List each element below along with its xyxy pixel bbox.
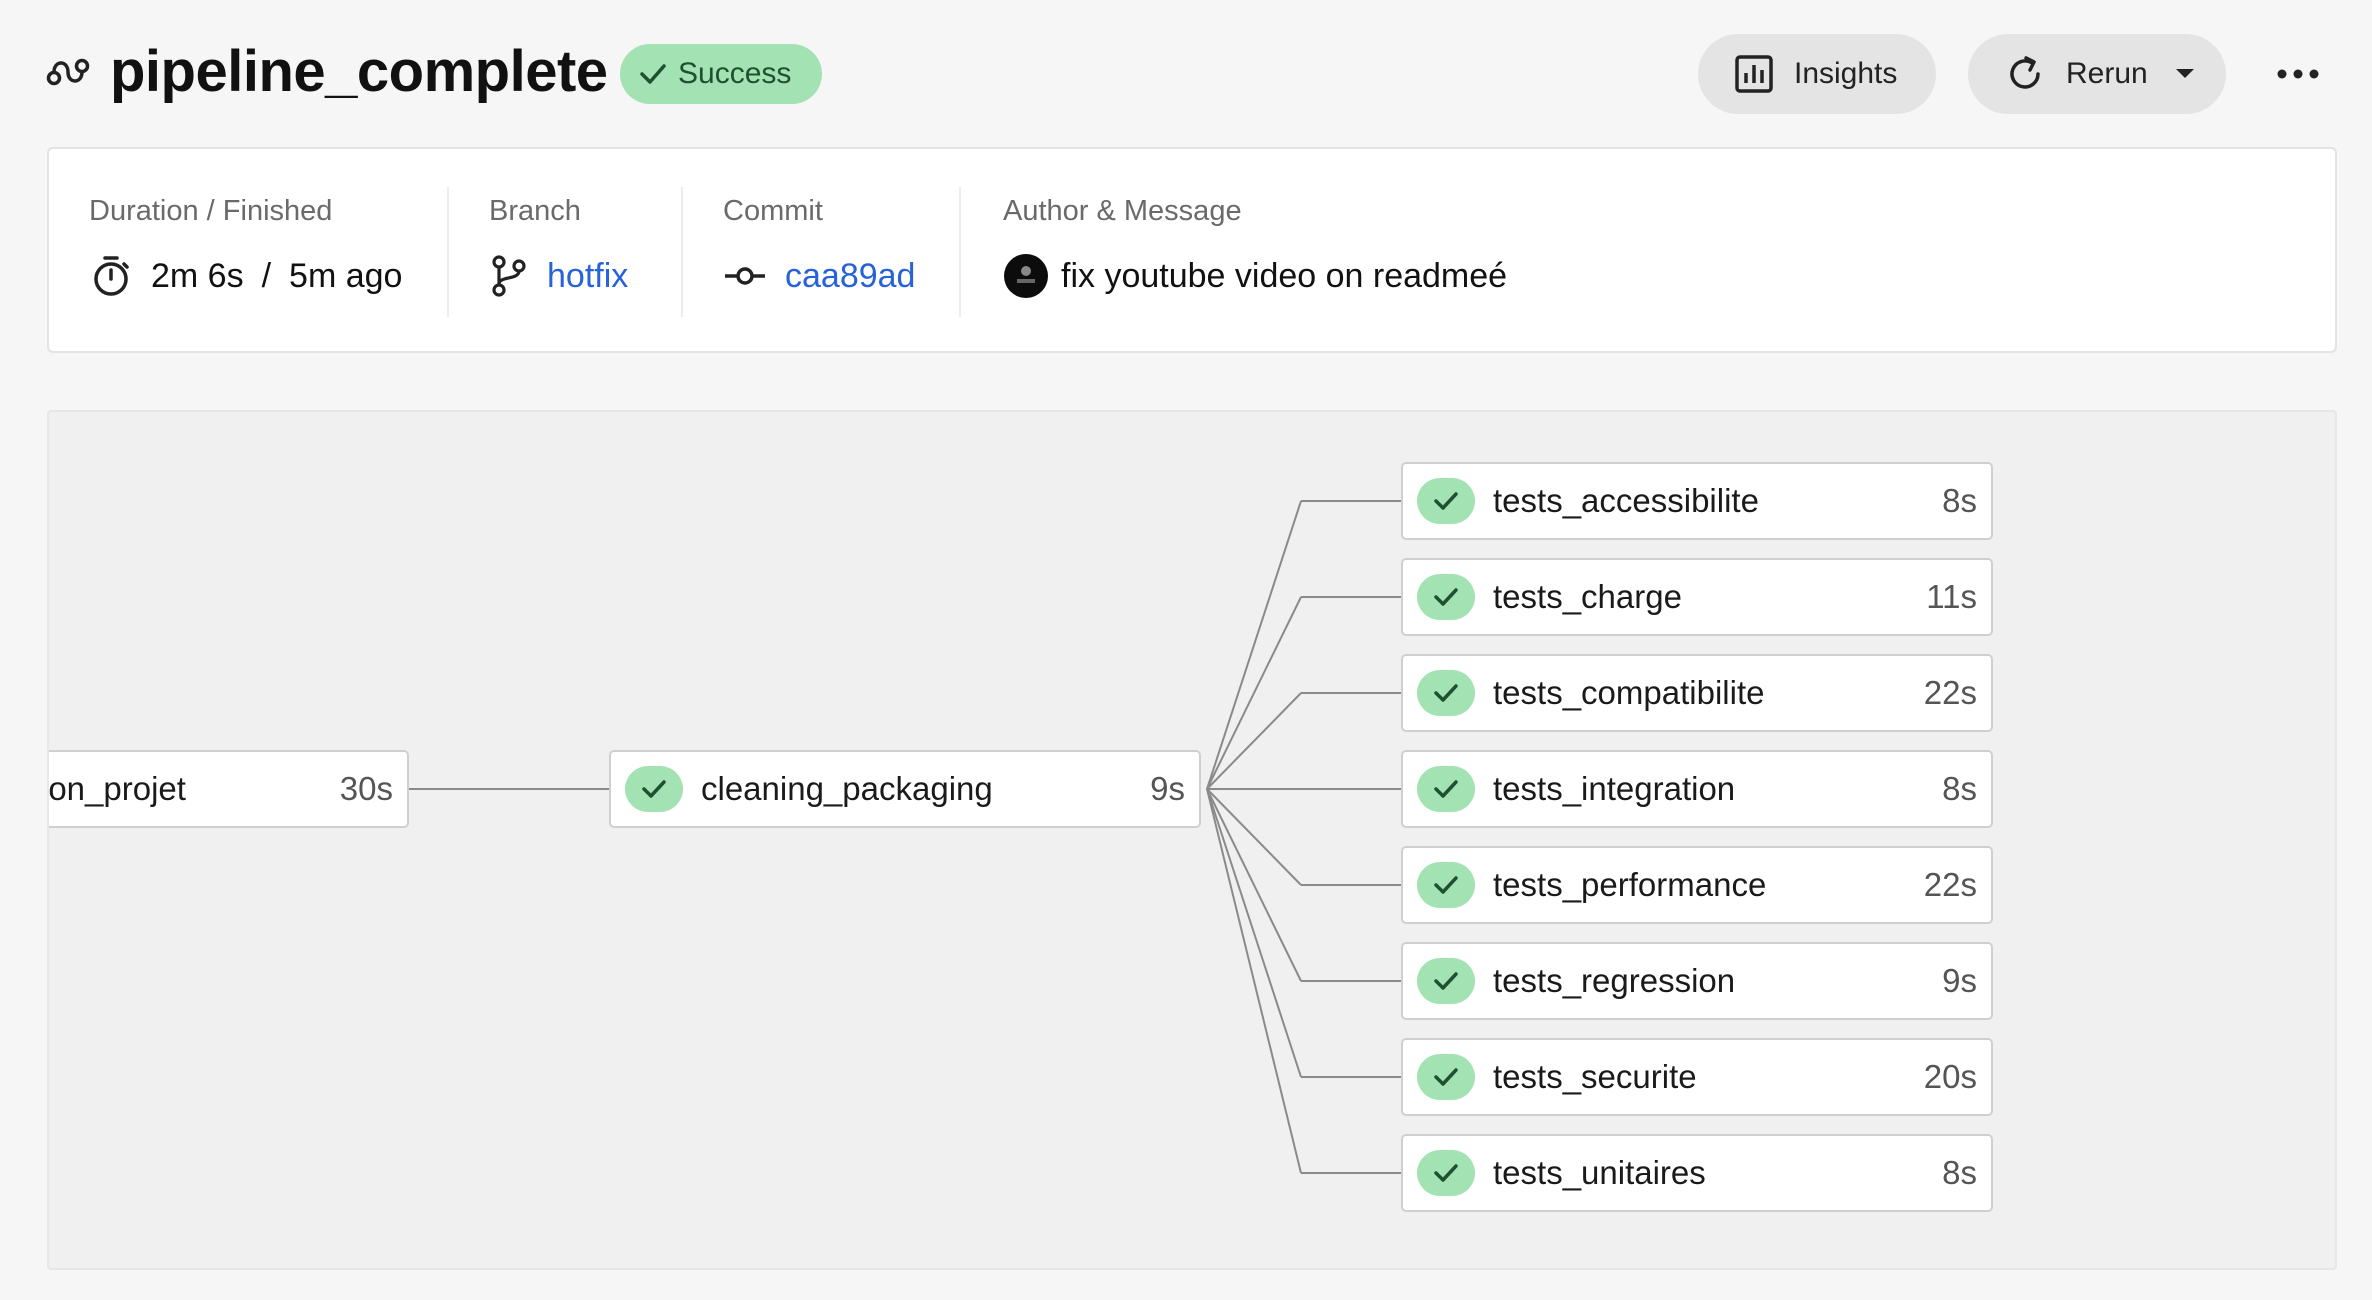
insights-button[interactable]: Insights bbox=[1698, 34, 1936, 114]
graph-edge bbox=[1206, 692, 1302, 790]
caret-down-icon[interactable] bbox=[2174, 67, 2196, 81]
commit-link[interactable]: caa89ad bbox=[785, 257, 915, 296]
job-name: tests_integration bbox=[1493, 770, 1736, 807]
success-check-icon bbox=[625, 766, 683, 812]
success-check-icon bbox=[1417, 862, 1475, 908]
rerun-label: Rerun bbox=[2066, 57, 2148, 90]
job-node[interactable]: cleaning_packaging 9s bbox=[609, 750, 1201, 828]
branch-caption: Branch bbox=[489, 195, 581, 227]
graph-edge bbox=[1206, 788, 1302, 1078]
job-duration: 8s bbox=[1942, 482, 1977, 519]
job-node[interactable]: tests_unitaires 8s bbox=[1401, 1134, 1993, 1212]
commit-caption: Commit bbox=[723, 195, 823, 227]
duration-caption: Duration / Finished bbox=[89, 195, 333, 227]
success-check-icon bbox=[1417, 478, 1475, 524]
divider bbox=[447, 187, 449, 317]
commit-message: fix youtube video on readmeé bbox=[1061, 256, 1508, 295]
success-check-icon bbox=[1417, 1054, 1475, 1100]
branch-column: Branch hotfix bbox=[489, 149, 689, 355]
job-node[interactable]: tests_securite 20s bbox=[1401, 1038, 1993, 1116]
pipeline-graph: ion_projet 30s cleaning_packaging 9s tes… bbox=[47, 410, 2337, 1270]
job-name: tests_regression bbox=[1493, 962, 1736, 999]
duration-text: 2m 6s bbox=[151, 256, 244, 295]
job-node[interactable]: tests_charge 11s bbox=[1401, 558, 1993, 636]
graph-edge bbox=[1206, 500, 1302, 790]
job-duration: 20s bbox=[1923, 1058, 1977, 1095]
job-node[interactable]: tests_performance 22s bbox=[1401, 846, 1993, 924]
job-node[interactable]: tests_accessibilite 8s bbox=[1401, 462, 1993, 540]
job-duration: 11s bbox=[1926, 578, 1977, 615]
commit-icon bbox=[725, 267, 765, 285]
job-duration: 8s bbox=[1942, 770, 1977, 807]
more-icon[interactable] bbox=[2270, 52, 2326, 96]
graph-edge bbox=[1206, 596, 1302, 790]
author-caption: Author & Message bbox=[1003, 195, 1242, 227]
avatar bbox=[1004, 254, 1048, 298]
author-column: Author & Message fix youtube video on re… bbox=[1003, 149, 1903, 355]
job-name: tests_unitaires bbox=[1493, 1154, 1706, 1191]
job-duration: 30s bbox=[339, 770, 393, 807]
job-name: tests_compatibilite bbox=[1493, 674, 1765, 711]
branch-icon bbox=[492, 255, 526, 297]
insights-label: Insights bbox=[1794, 57, 1898, 90]
success-check-icon bbox=[1417, 574, 1475, 620]
check-icon bbox=[640, 64, 666, 84]
job-duration: 22s bbox=[1923, 674, 1977, 711]
author-value: fix youtube video on readmeé bbox=[1003, 251, 1507, 301]
status-badge: Success bbox=[620, 44, 822, 104]
success-check-icon bbox=[1417, 1150, 1475, 1196]
graph-edge bbox=[1206, 788, 1302, 886]
job-name: tests_charge bbox=[1493, 578, 1682, 615]
rerun-button[interactable]: Rerun bbox=[1968, 34, 2226, 114]
graph-edge bbox=[1206, 788, 1302, 1174]
refresh-icon bbox=[2010, 56, 2040, 89]
success-check-icon bbox=[1417, 958, 1475, 1004]
job-name: tests_securite bbox=[1493, 1058, 1697, 1095]
branch-value: hotfix bbox=[489, 251, 628, 301]
duration-column: Duration / Finished 2m 6s / 5m ago bbox=[89, 149, 479, 355]
job-node[interactable]: tests_regression 9s bbox=[1401, 942, 1993, 1020]
duration-separator: / bbox=[261, 256, 272, 295]
job-node[interactable]: tests_compatibilite 22s bbox=[1401, 654, 1993, 732]
commit-column: Commit caa89ad bbox=[723, 149, 963, 355]
commit-value: caa89ad bbox=[723, 251, 915, 301]
divider bbox=[959, 187, 961, 317]
pipeline-info-card: Duration / Finished 2m 6s / 5m ago Branc… bbox=[47, 147, 2337, 353]
graph-edge bbox=[1206, 788, 1302, 982]
job-duration: 9s bbox=[1150, 770, 1185, 807]
job-name: tests_performance bbox=[1493, 866, 1767, 903]
job-name: tests_accessibilite bbox=[1493, 482, 1759, 519]
job-name: cleaning_packaging bbox=[701, 770, 993, 807]
chart-icon bbox=[1735, 55, 1773, 93]
job-duration: 22s bbox=[1923, 866, 1977, 903]
job-node[interactable]: ion_projet 30s bbox=[47, 750, 409, 828]
job-name: ion_projet bbox=[47, 770, 186, 807]
status-label: Success bbox=[678, 57, 792, 90]
success-check-icon bbox=[1417, 766, 1475, 812]
branch-link[interactable]: hotfix bbox=[547, 257, 628, 296]
job-duration: 8s bbox=[1942, 1154, 1977, 1191]
stopwatch-icon bbox=[94, 256, 129, 296]
job-node[interactable]: tests_integration 8s bbox=[1401, 750, 1993, 828]
graph-edges bbox=[409, 500, 1401, 1174]
divider bbox=[681, 187, 683, 317]
success-check-icon bbox=[1417, 670, 1475, 716]
pipeline-header: pipeline_complete Success Insights Rerun bbox=[0, 0, 2372, 140]
pipeline-title: pipeline_complete bbox=[110, 39, 608, 104]
job-duration: 9s bbox=[1942, 962, 1977, 999]
pipeline-icon bbox=[46, 58, 90, 86]
duration-value: 2m 6s / 5m ago bbox=[89, 251, 402, 301]
finished-text: 5m ago bbox=[289, 256, 403, 295]
